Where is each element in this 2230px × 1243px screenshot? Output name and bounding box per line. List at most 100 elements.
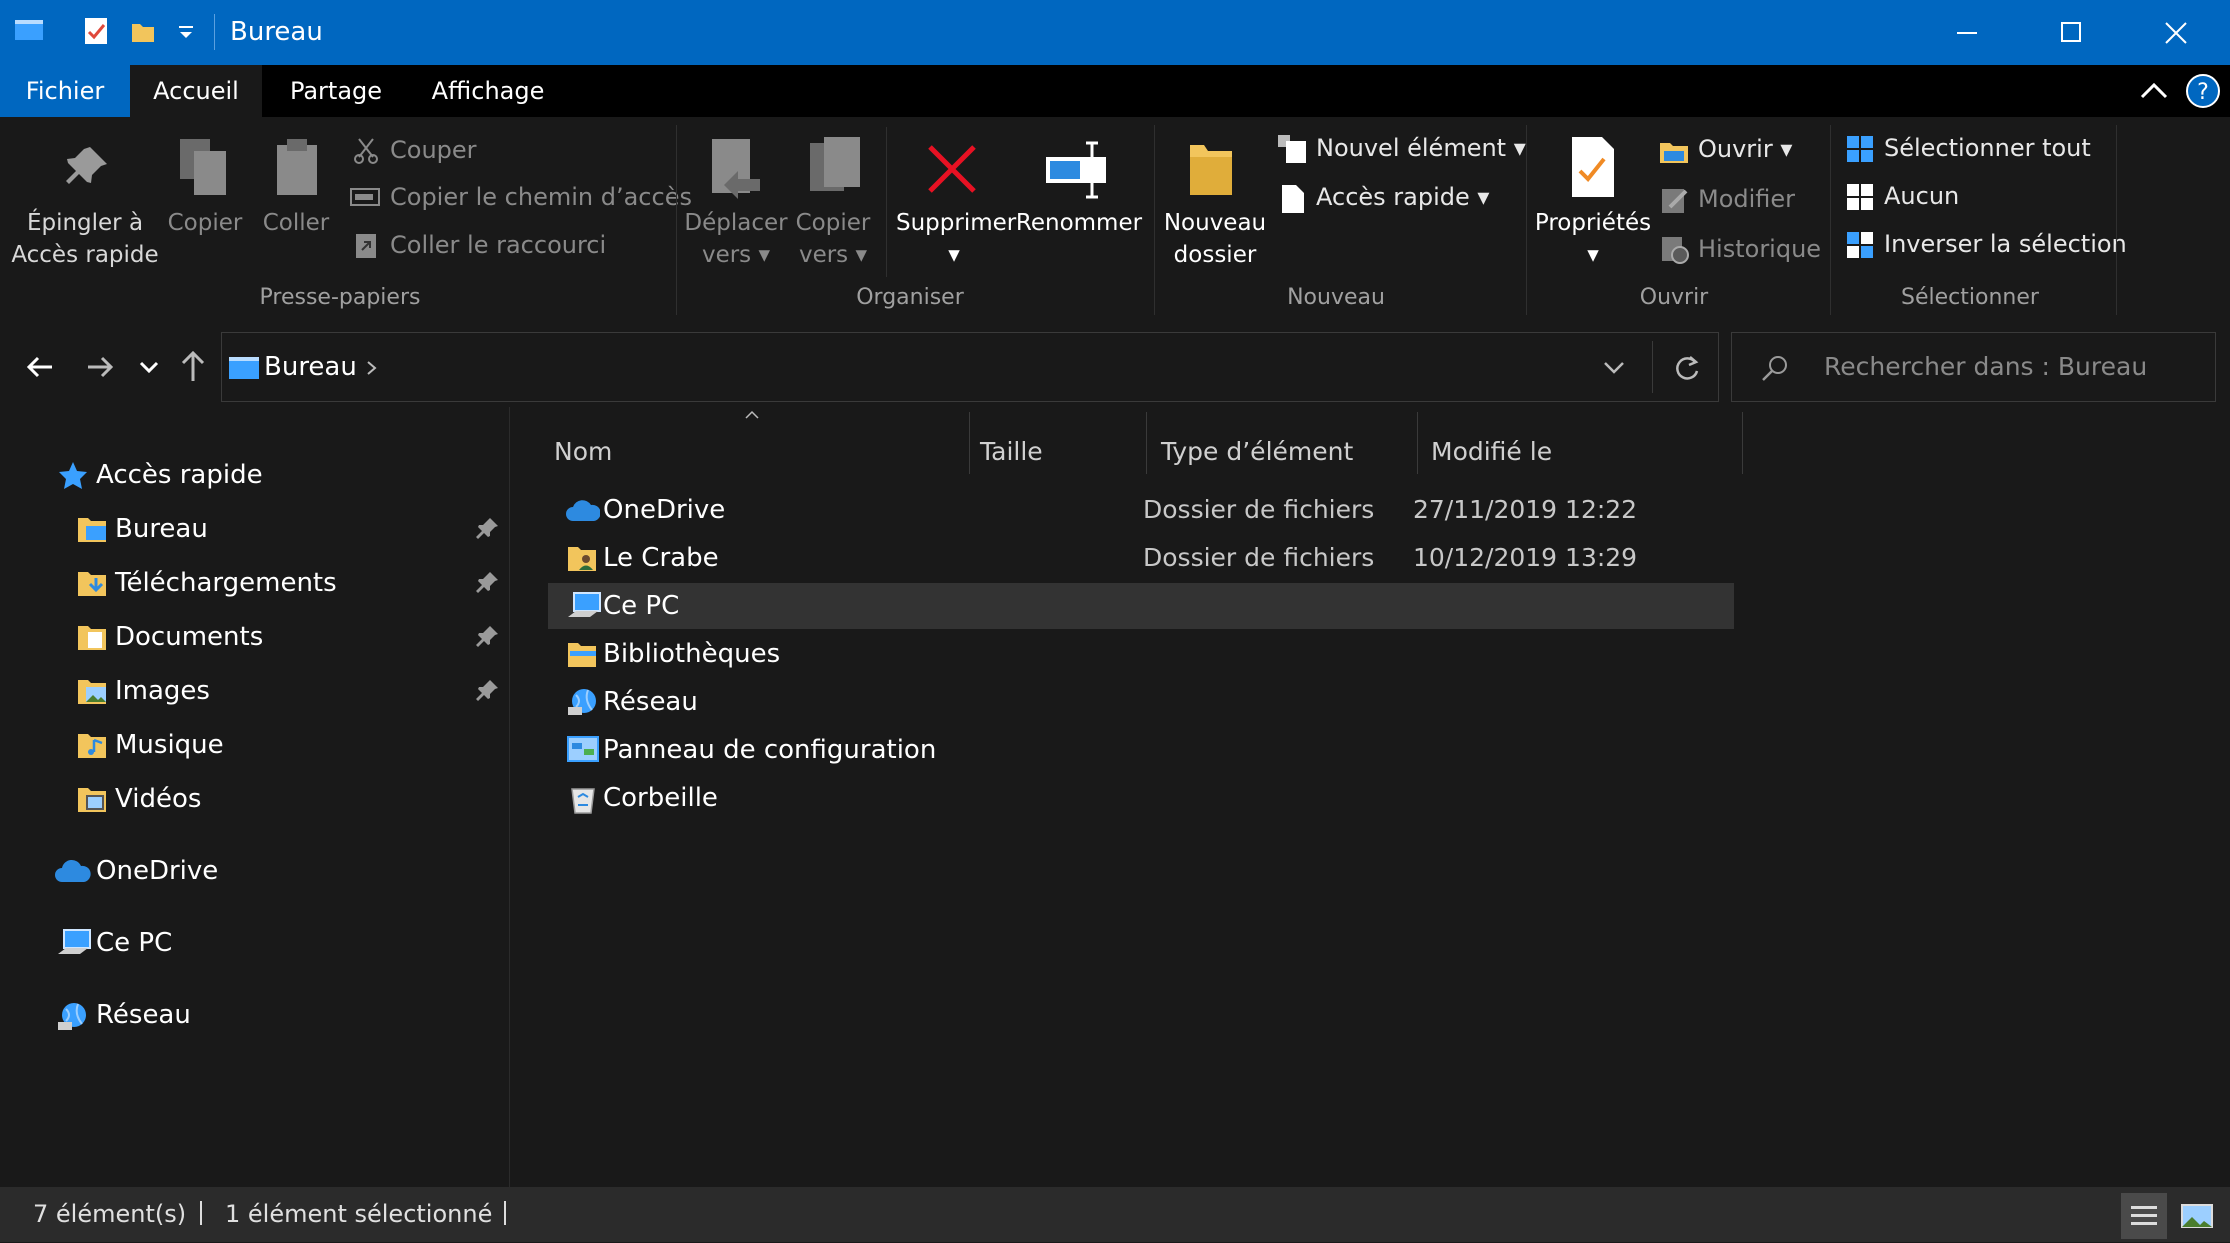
nav-quick-access[interactable]: Accès rapide	[0, 450, 509, 500]
cut-button[interactable]: Couper	[390, 133, 477, 167]
group-separator	[2116, 125, 2117, 315]
delete-label: Supprimer	[896, 210, 1017, 236]
easy-access-button[interactable]: Accès rapide ▾	[1316, 180, 1489, 214]
copy-to-line1: Copier	[795, 210, 871, 236]
properties-quick-icon[interactable]	[82, 16, 110, 46]
refresh-icon[interactable]	[1672, 353, 1702, 383]
file-row-network[interactable]: Réseau	[548, 679, 1734, 725]
address-dropdown-chevron-icon[interactable]	[1602, 359, 1626, 377]
copy-to-line2: vers ▾	[798, 242, 868, 268]
organize-separator	[886, 127, 887, 277]
move-to-button[interactable]: Déplacer vers ▾	[684, 207, 788, 271]
new-folder-button[interactable]: Nouveau dossier	[1160, 207, 1270, 271]
back-arrow-icon[interactable]	[26, 353, 56, 381]
file-row-recycle-bin[interactable]: Corbeille	[548, 775, 1734, 821]
desktop-location-icon	[229, 357, 259, 379]
nav-item-downloads[interactable]: Téléchargements	[0, 558, 509, 608]
breadcrumb-chevron-icon[interactable]	[364, 359, 380, 377]
title-separator	[214, 14, 215, 50]
maximize-button[interactable]	[2018, 0, 2123, 65]
nav-item-music[interactable]: Musique	[0, 720, 509, 770]
customize-toolbar-icon[interactable]	[176, 22, 196, 42]
network-icon	[568, 689, 596, 715]
nav-item-images[interactable]: Images	[0, 666, 509, 716]
tab-home[interactable]: Accueil	[130, 65, 262, 117]
file-modified: 10/12/2019 13:29	[1413, 543, 1638, 572]
details-view-button[interactable]	[2121, 1193, 2167, 1239]
minimize-button[interactable]	[1913, 0, 2018, 65]
tab-share[interactable]: Partage	[274, 65, 398, 117]
column-header-modified[interactable]: Modifié le	[1431, 427, 1552, 477]
group-separator	[1154, 125, 1155, 315]
nav-item-bureau[interactable]: Bureau	[0, 504, 509, 554]
paste-shortcut-button[interactable]: Coller le raccourci	[390, 228, 606, 262]
column-header-type[interactable]: Type d’élément	[1161, 427, 1353, 477]
copy-to-button[interactable]: Copier vers ▾	[790, 207, 876, 271]
search-box[interactable]: Rechercher dans : Bureau	[1731, 332, 2216, 402]
new-folder-quick-icon[interactable]	[130, 18, 156, 44]
address-bar[interactable]: Bureau	[221, 332, 1719, 402]
forward-arrow-icon[interactable]	[84, 353, 114, 381]
maximize-icon	[2061, 22, 2081, 42]
file-row-ce-pc[interactable]: Ce PC	[548, 583, 1734, 629]
properties-icon	[1572, 137, 1614, 197]
up-arrow-icon[interactable]	[178, 349, 208, 383]
group-label-select: Sélectionner	[1901, 285, 2039, 310]
computer-icon	[568, 592, 601, 617]
file-name: Le Crabe	[603, 543, 719, 573]
nav-onedrive[interactable]: OneDrive	[0, 846, 509, 896]
file-row-control-panel[interactable]: Panneau de configuration	[548, 727, 1734, 773]
file-row-libraries[interactable]: Bibliothèques	[548, 631, 1734, 677]
tab-view[interactable]: Affichage	[420, 65, 556, 117]
invert-selection-button[interactable]: Inverser la sélection	[1884, 227, 2127, 261]
nav-this-pc[interactable]: Ce PC	[0, 918, 509, 968]
nav-item-videos[interactable]: Vidéos	[0, 774, 509, 824]
new-item-icon	[1278, 135, 1306, 163]
breadcrumb-bureau[interactable]: Bureau	[264, 333, 357, 401]
new-item-button[interactable]: Nouvel élément ▾	[1316, 131, 1526, 165]
close-icon	[2165, 22, 2187, 44]
column-header-size[interactable]: Taille	[980, 427, 1043, 477]
column-separator[interactable]	[969, 412, 970, 474]
select-all-button[interactable]: Sélectionner tout	[1884, 131, 2091, 165]
open-button[interactable]: Ouvrir ▾	[1698, 132, 1792, 166]
address-separator	[1652, 341, 1653, 393]
move-to-icon	[712, 139, 760, 199]
file-row-onedrive[interactable]: OneDrive Dossier de fichiers 27/11/2019 …	[548, 487, 1734, 533]
new-folder-line1: Nouveau	[1163, 210, 1267, 236]
paste-button[interactable]: Coller	[252, 207, 340, 239]
edit-button[interactable]: Modifier	[1698, 182, 1795, 216]
tab-file[interactable]: Fichier	[0, 65, 130, 117]
properties-button[interactable]: Propriétés ▾	[1534, 207, 1652, 271]
properties-dropdown-arrow[interactable]: ▾	[1534, 239, 1652, 271]
column-separator[interactable]	[1742, 412, 1743, 474]
delete-button[interactable]: Supprimer ▾	[896, 207, 1017, 271]
large-icons-view-button[interactable]	[2174, 1193, 2220, 1239]
help-icon[interactable]: ?	[2185, 73, 2221, 109]
new-item-label: Nouvel élément	[1316, 134, 1507, 162]
file-row-le-crabe[interactable]: Le Crabe Dossier de fichiers 10/12/2019 …	[548, 535, 1734, 581]
column-header-name[interactable]: Nom	[554, 427, 612, 477]
close-button[interactable]	[2123, 0, 2228, 65]
column-separator[interactable]	[1417, 412, 1418, 474]
nav-onedrive-label: OneDrive	[96, 856, 219, 886]
file-name: Panneau de configuration	[603, 735, 937, 765]
music-folder-icon	[78, 734, 106, 758]
copy-path-button[interactable]: Copier le chemin d’accès	[390, 180, 692, 214]
group-label-new: Nouveau	[1287, 285, 1385, 310]
nav-network[interactable]: Réseau	[0, 990, 509, 1040]
history-button[interactable]: Historique	[1698, 232, 1821, 266]
recent-locations-chevron-icon[interactable]	[138, 357, 160, 377]
rename-button[interactable]: Renommer	[1014, 207, 1144, 239]
copy-button[interactable]: Copier	[160, 207, 250, 239]
pin-quick-access-button[interactable]: Épingler à Accès rapide	[10, 207, 160, 271]
select-none-button[interactable]: Aucun	[1884, 179, 1959, 213]
collapse-ribbon-icon[interactable]	[2138, 77, 2170, 105]
onedrive-cloud-icon	[55, 859, 91, 882]
delete-dropdown-arrow[interactable]: ▾	[896, 239, 1012, 271]
column-separator[interactable]	[1146, 412, 1147, 474]
search-input[interactable]: Rechercher dans : Bureau	[1824, 333, 2147, 401]
file-explorer-window: Bureau Fichier Accueil Partage Affichage…	[0, 0, 2230, 1242]
move-to-line1: Déplacer	[684, 210, 788, 236]
nav-item-documents[interactable]: Documents	[0, 612, 509, 662]
